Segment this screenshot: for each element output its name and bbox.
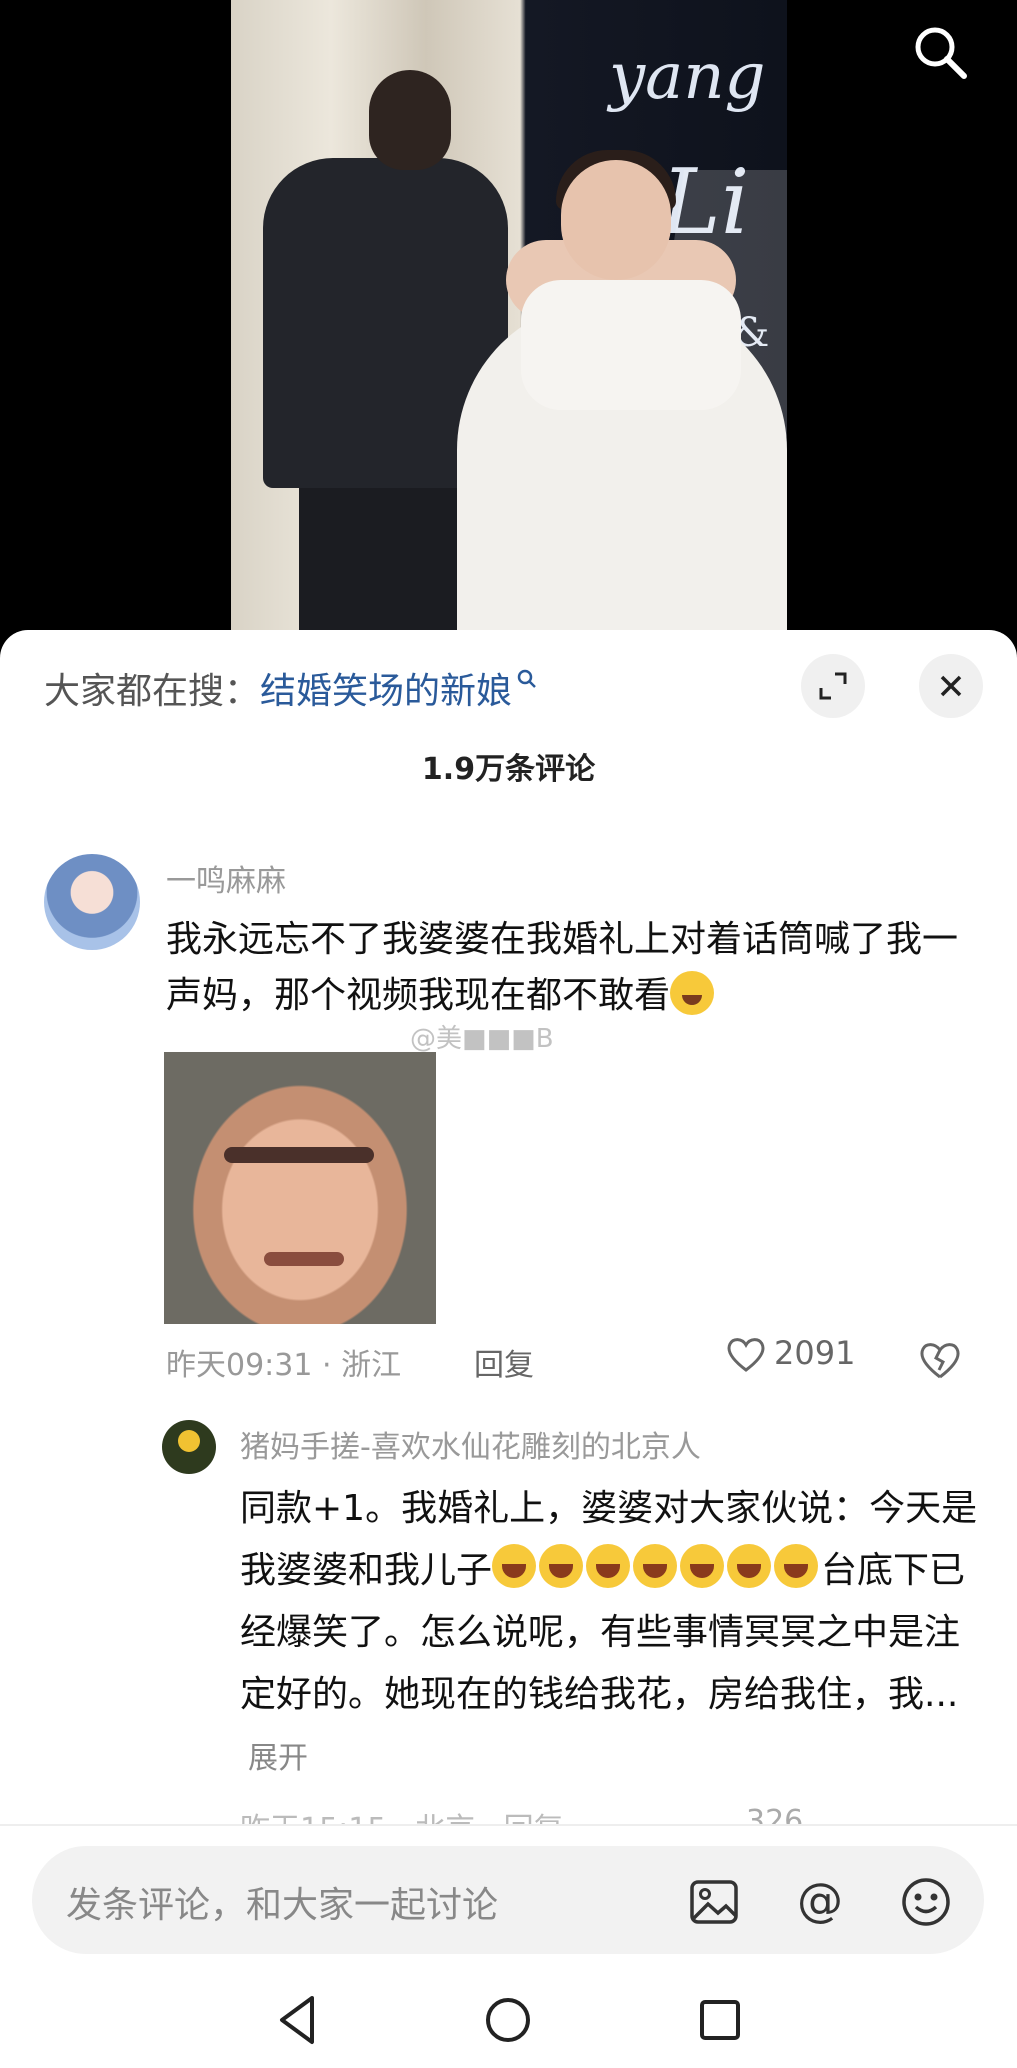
rofl-emoji-icon xyxy=(633,1544,678,1588)
avatar[interactable] xyxy=(44,854,140,950)
rofl-emoji-icon xyxy=(586,1544,631,1588)
like-button[interactable]: 2091 xyxy=(726,1334,855,1372)
bride-figure xyxy=(521,280,741,410)
back-icon[interactable] xyxy=(268,1990,328,2050)
comment-meta: 昨天09:31 · 浙江 xyxy=(166,1348,402,1383)
comment-placeholder: 发条评论，和大家一起讨论 xyxy=(66,1885,499,1926)
reply-text: 同款+1。我婚礼上，婆婆对大家伙说：今天是我婆婆和我儿子 台底下已经爆笑了。怎么说… xyxy=(240,1478,980,1790)
rofl-emoji-icon xyxy=(539,1544,584,1588)
trending-search[interactable]: 大家都在搜：结婚笑场的新娘 xyxy=(44,662,538,714)
rofl-emoji-icon xyxy=(727,1544,772,1588)
comment-author[interactable]: 一鸣麻麻 xyxy=(166,856,286,900)
meme-image[interactable] xyxy=(164,1052,436,1324)
like-count: 2091 xyxy=(774,1334,856,1372)
close-icon xyxy=(940,675,962,697)
trending-keyword[interactable]: 结婚笑场的新娘 xyxy=(260,671,512,712)
reply-author[interactable]: 猪妈手搓-喜欢水仙花雕刻的北京人 xyxy=(240,1422,701,1466)
comment-body: 我永远忘不了我婆婆在我婚礼上对着话筒喊了我一声妈，那个视频我现在都不敢看 xyxy=(166,919,959,1016)
recent-apps-icon[interactable] xyxy=(690,1990,750,2050)
crying-laugh-emoji-icon xyxy=(670,971,715,1015)
comment-location: 浙江 xyxy=(341,1348,402,1383)
svg-text:@: @ xyxy=(797,1876,843,1927)
magnifier-icon xyxy=(517,669,536,688)
expand-reply-link[interactable]: 展开 xyxy=(248,1741,308,1776)
comment-time: 昨天09:31 xyxy=(166,1348,313,1383)
comment-text: 我永远忘不了我婆婆在我婚礼上对着话筒喊了我一声妈，那个视频我现在都不敢看 xyxy=(166,912,986,1024)
heart-icon xyxy=(727,1338,765,1372)
emoji-icon[interactable] xyxy=(900,1876,952,1928)
expand-button[interactable] xyxy=(801,654,865,718)
meme-brow xyxy=(224,1147,374,1163)
image-icon[interactable] xyxy=(688,1876,740,1928)
broken-heart-icon[interactable] xyxy=(918,1340,962,1380)
rofl-emoji-icon xyxy=(680,1544,725,1588)
comment-input[interactable]: 发条评论，和大家一起讨论 @ xyxy=(32,1846,984,1954)
comment-sheet: 大家都在搜：结婚笑场的新娘 1.9万条评论 一鸣麻麻 我永远忘不了我婆婆在我婚礼… xyxy=(0,630,1017,2068)
at-icon[interactable]: @ xyxy=(794,1876,846,1928)
rofl-emoji-icon xyxy=(774,1544,819,1588)
groom-figure xyxy=(369,70,451,170)
meme-mouth xyxy=(264,1252,344,1266)
bride-figure xyxy=(561,160,671,280)
rofl-emoji-icon xyxy=(492,1544,537,1588)
close-button[interactable] xyxy=(919,654,983,718)
trending-prefix: 大家都在搜： xyxy=(44,671,261,712)
video-player[interactable]: yang Li 日 & xyxy=(0,0,1017,640)
comment-count: 1.9万条评论 xyxy=(421,752,596,787)
search-icon[interactable] xyxy=(910,22,970,82)
backdrop-text: yang xyxy=(609,40,766,114)
avatar[interactable] xyxy=(162,1420,216,1474)
expand-icon xyxy=(819,672,847,700)
watermark: @美■■■B xyxy=(410,1024,554,1054)
home-icon[interactable] xyxy=(478,1990,538,2050)
video-frame: yang Li 日 & xyxy=(231,0,787,640)
reply-button[interactable]: 回复 xyxy=(474,1340,534,1384)
